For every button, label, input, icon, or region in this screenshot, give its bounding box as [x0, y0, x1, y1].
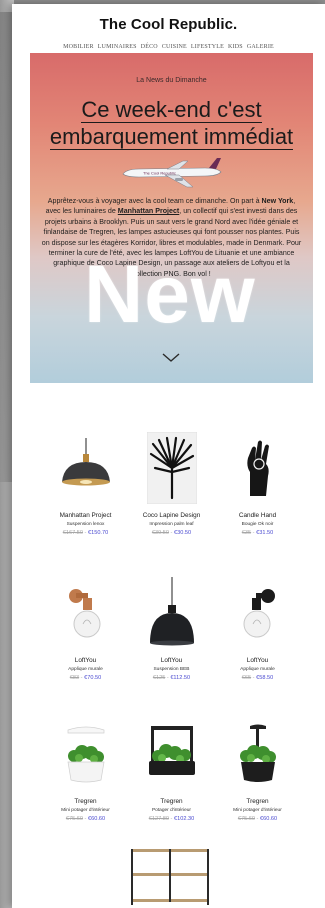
product-name: Tregren [160, 798, 183, 805]
product-subtitle: Suspension lenox [66, 522, 105, 527]
product-name: Tregren [74, 798, 97, 805]
hero-body-city: New York [261, 197, 294, 205]
product-name: Manhattan Project [59, 512, 112, 519]
product-name: LoftYou [160, 657, 183, 664]
product-price: €75.60 - €60.60 [46, 816, 126, 822]
old-price: €125 [152, 675, 166, 681]
sale-price: €102.30 [173, 816, 195, 822]
product-card[interactable]: LoftYou Applique murale €65 - €58.50 [218, 577, 298, 681]
product-card[interactable]: LoftYou Applique murale €83 - €70.50 [46, 577, 126, 681]
hand-candle-icon [218, 432, 298, 504]
wall-lamp-copper-icon [46, 577, 126, 649]
nav-lifestyle[interactable]: LIFESTYLE [191, 44, 224, 50]
product-subtitle: Impression palm leaf [149, 522, 194, 527]
sale-price: €70.50 [84, 675, 102, 681]
product-price: €127.80 - €102.30 [132, 816, 212, 822]
hero-title-text: Ce week-end c'est embarquement immédiat [49, 97, 294, 150]
product-price: €125 - €112.50 [132, 675, 212, 681]
product-subtitle: Potager d'intérieur [151, 808, 192, 813]
herb-garden-pot-icon [218, 718, 298, 790]
product-name: Tregren [246, 798, 269, 805]
product-row-1: Manhattan Project Suspension lenox €167.… [30, 432, 313, 536]
sale-price: €58.50 [256, 675, 274, 681]
main-nav: MOBILIER LUMINAIRES DÉCO CUISINE LIFESTY… [12, 44, 325, 50]
old-price: €83 [69, 675, 80, 681]
product-name: Coco Lapine Design [142, 512, 201, 519]
sale-price: €112.50 [170, 675, 191, 681]
hero-body-rest: , un collectif qui s'est investi dans de… [41, 207, 302, 278]
hero-title: Ce week-end c'est embarquement immédiat [42, 96, 302, 150]
old-price: €75.60 [237, 816, 255, 822]
hero-kicker: La News du Dimanche [136, 77, 207, 84]
product-price: €39.50 - €30.50 [132, 530, 212, 536]
black-pendant-icon [132, 577, 212, 649]
product-card[interactable]: Tregren Mini potager d'intérieur €75.60 … [46, 718, 126, 822]
hero-banner[interactable]: La News du Dimanche Ce week-end c'est em… [30, 53, 313, 383]
product-row-2: LoftYou Applique murale €83 - €70.50 Lof… [30, 577, 313, 681]
product-name: Candle Hand [238, 512, 277, 519]
airplane-icon: The Cool Republic [122, 158, 221, 188]
old-price: €35 [241, 530, 252, 536]
product-subtitle: Applique murale [240, 667, 275, 672]
product-card[interactable]: Tregren Mini potager d'intérieur €75.60 … [218, 718, 298, 822]
chevron-down-icon[interactable] [162, 353, 180, 363]
product-card[interactable]: Manhattan Project Suspension lenox €167.… [46, 432, 126, 536]
brand-logo[interactable]: The Cool Republic. [12, 16, 325, 33]
product-name: LoftYou [74, 657, 97, 664]
old-price: €167.50 [62, 530, 83, 536]
palm-leaf-print-icon [132, 432, 212, 504]
nav-luminaires[interactable]: LUMINAIRES [98, 44, 137, 50]
product-subtitle: Applique murale [68, 667, 103, 672]
product-price: €65 - €58.50 [218, 675, 298, 681]
herb-garden-white-icon [46, 718, 126, 790]
hero-body-brand-link[interactable]: Manhattan Project [118, 207, 180, 215]
wall-lamp-black-icon [218, 577, 298, 649]
nav-galerie[interactable]: GALERIE [247, 44, 274, 50]
sale-price: €30.50 [173, 530, 192, 536]
old-price: €65 [241, 675, 252, 681]
nav-kids[interactable]: KIDS [228, 44, 243, 50]
shelf-icon[interactable] [128, 843, 212, 905]
nav-mobilier[interactable]: MOBILIER [63, 44, 94, 50]
sale-price: €150.70 [87, 530, 109, 536]
nav-cuisine[interactable]: CUISINE [162, 44, 187, 50]
product-subtitle: Bougie Ok noir [241, 522, 274, 527]
product-card[interactable]: Tregren Potager d'intérieur €127.80 - €1… [132, 718, 212, 822]
product-name: LoftYou [246, 657, 269, 664]
product-price: €167.50 - €150.70 [46, 530, 126, 536]
sale-price: €60.60 [87, 816, 106, 822]
product-price: €35 - €31.50 [218, 530, 298, 536]
product-subtitle: Mini potager d'intérieur [233, 808, 282, 813]
sale-price: €60.60 [259, 816, 278, 822]
product-subtitle: Mini potager d'intérieur [61, 808, 110, 813]
old-price: €75.60 [65, 816, 83, 822]
product-card[interactable]: Candle Hand Bougie Ok noir €35 - €31.50 [218, 432, 298, 536]
product-price: €75.60 - €60.60 [218, 816, 298, 822]
svg-text:The Cool Republic: The Cool Republic [143, 171, 176, 176]
old-price: €127.80 [148, 816, 169, 822]
pendant-lamp-icon [46, 432, 126, 504]
product-card[interactable]: LoftYou Suspension BEB €125 - €112.50 [132, 577, 212, 681]
herb-garden-black-icon [132, 718, 212, 790]
hero-body-intro: Apprêtez-vous à voyager avec la cool tea… [47, 197, 262, 205]
sale-price: €31.50 [256, 530, 274, 536]
old-price: €39.50 [151, 530, 169, 536]
hero-body: Apprêtez-vous à voyager avec la cool tea… [41, 196, 303, 279]
product-price: €83 - €70.50 [46, 675, 126, 681]
product-subtitle: Suspension BEB [153, 667, 190, 672]
product-card[interactable]: Coco Lapine Design Impression palm leaf … [132, 432, 212, 536]
nav-deco[interactable]: DÉCO [141, 44, 158, 50]
product-row-3: Tregren Mini potager d'intérieur €75.60 … [30, 718, 313, 822]
